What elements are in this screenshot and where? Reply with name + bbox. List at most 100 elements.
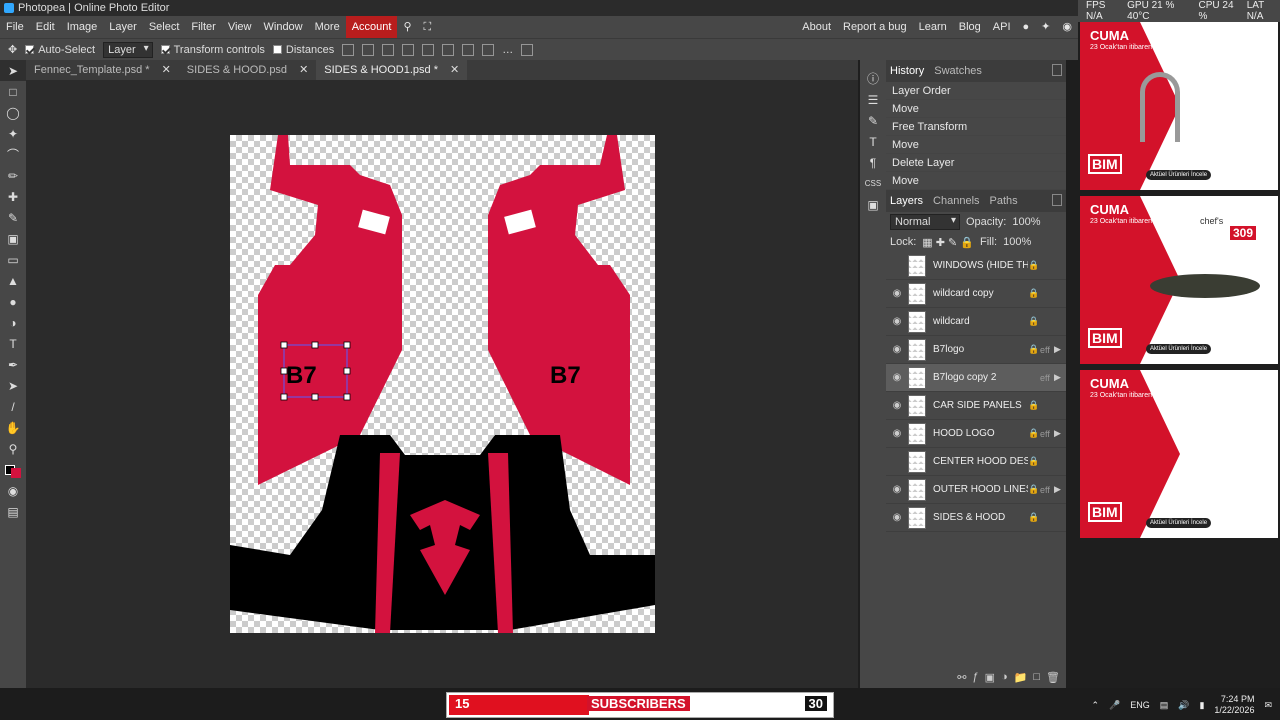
hand-tool-icon[interactable]: ✋ bbox=[0, 417, 26, 438]
image-icon[interactable]: ▣ bbox=[860, 194, 886, 215]
twitter-icon[interactable]: ✦ bbox=[1035, 16, 1056, 38]
menu-filter[interactable]: Filter bbox=[185, 16, 221, 38]
menu-image[interactable]: Image bbox=[61, 16, 104, 38]
visibility-eye-icon[interactable]: ◉ bbox=[886, 400, 908, 411]
tab-sides-hood[interactable]: SIDES & HOOD.psd ✕ bbox=[179, 60, 316, 80]
css-icon[interactable]: CSS bbox=[860, 173, 886, 194]
marquee-tool-icon[interactable]: □ bbox=[0, 81, 26, 102]
panel-menu-icon[interactable] bbox=[1052, 64, 1062, 76]
menu-view[interactable]: View bbox=[222, 16, 258, 38]
visibility-eye-icon[interactable]: ◉ bbox=[886, 512, 908, 523]
menu-select[interactable]: Select bbox=[143, 16, 186, 38]
tab-paths[interactable]: Paths bbox=[990, 195, 1018, 207]
visibility-eye-icon[interactable]: ◉ bbox=[886, 484, 908, 495]
expand-arrow-icon[interactable]: ▶ bbox=[1054, 344, 1066, 355]
align-top-icon[interactable] bbox=[422, 43, 435, 56]
trash-icon[interactable]: 🗑 bbox=[1046, 671, 1060, 684]
tab-channels[interactable]: Channels bbox=[933, 195, 979, 207]
magic-wand-tool-icon[interactable]: ✦ bbox=[0, 123, 26, 144]
layer-name[interactable]: wildcard bbox=[933, 316, 1028, 327]
layer-row[interactable]: CENTER HOOD DESIGN🔒 bbox=[886, 448, 1066, 476]
menu-blog[interactable]: Blog bbox=[953, 16, 987, 38]
fx-icon[interactable]: ƒ bbox=[972, 671, 978, 684]
align-bottom-icon[interactable] bbox=[462, 43, 475, 56]
download-icon[interactable] bbox=[342, 43, 355, 56]
zoom-tool-icon[interactable]: ⚲ bbox=[0, 438, 26, 459]
effects-icon[interactable]: eff bbox=[1040, 345, 1054, 355]
reddit-icon[interactable]: ● bbox=[1017, 16, 1036, 38]
ad-banner[interactable]: CUMA 23 Ocak'tan itibaren BIM Aktüel Ürünle… bbox=[1080, 370, 1278, 538]
crop-tool-icon[interactable]: ⌒ bbox=[0, 144, 26, 165]
close-icon[interactable]: ✕ bbox=[450, 60, 459, 80]
adjustment-icon[interactable]: ◑ bbox=[1001, 671, 1008, 684]
layer-name[interactable]: B7logo copy 2 bbox=[933, 372, 1028, 383]
ad-banner[interactable]: CUMA 23 Ocak'tan itibaren chef's 309 BIM Aktü… bbox=[1080, 196, 1278, 364]
opacity-value[interactable]: 100% bbox=[1012, 216, 1040, 228]
volume-icon[interactable]: 🔊 bbox=[1178, 700, 1189, 711]
layer-name[interactable]: CENTER HOOD DESIGN bbox=[933, 456, 1028, 467]
tab-layers[interactable]: Layers bbox=[890, 195, 923, 207]
layer-row[interactable]: ◉ B7logo 🔒 eff ▶ bbox=[886, 336, 1066, 364]
language-indicator[interactable]: ENG bbox=[1130, 700, 1150, 710]
mask-icon[interactable]: ▣ bbox=[985, 671, 995, 684]
healing-tool-icon[interactable]: ✚ bbox=[0, 186, 26, 207]
history-item[interactable]: Move bbox=[886, 172, 1066, 190]
fill-value[interactable]: 100% bbox=[1003, 236, 1031, 248]
fullscreen-icon[interactable]: ⛶ bbox=[418, 16, 438, 38]
link-icon[interactable]: ⚯ bbox=[957, 671, 966, 684]
mic-icon[interactable]: 🎤 bbox=[1109, 700, 1120, 711]
visibility-eye-icon[interactable]: ◉ bbox=[886, 288, 908, 299]
layer-row[interactable]: ◉ CAR SIDE PANELS 🔒 bbox=[886, 392, 1066, 420]
align-center-icon[interactable] bbox=[382, 43, 395, 56]
layer-row[interactable]: ◉ SIDES & HOOD 🔒 bbox=[886, 504, 1066, 532]
stamp-tool-icon[interactable]: ▣ bbox=[0, 228, 26, 249]
color-swatches-icon[interactable] bbox=[0, 459, 26, 480]
expand-arrow-icon[interactable]: ▶ bbox=[1054, 484, 1066, 495]
panel-menu-icon[interactable] bbox=[1052, 194, 1062, 206]
ad-cta-button[interactable]: Aktüel Ürünleri İncele bbox=[1146, 518, 1212, 528]
align-right-icon[interactable] bbox=[402, 43, 415, 56]
layer-row[interactable]: ◉ wildcard copy 🔒 bbox=[886, 280, 1066, 308]
layer-name[interactable]: SIDES & HOOD bbox=[933, 512, 1028, 523]
layer-name[interactable]: WINDOWS (HIDE THIS) bbox=[933, 260, 1028, 271]
paragraph-icon[interactable]: ¶ bbox=[860, 152, 886, 173]
ad-cta-button[interactable]: Aktüel Ürünleri İncele bbox=[1146, 170, 1212, 180]
history-item[interactable]: Delete Layer bbox=[886, 154, 1066, 172]
menu-edit[interactable]: Edit bbox=[30, 16, 61, 38]
menu-learn[interactable]: Learn bbox=[913, 16, 953, 38]
tab-swatches[interactable]: Swatches bbox=[934, 65, 982, 77]
character-icon[interactable]: T bbox=[860, 131, 886, 152]
blend-mode-dropdown[interactable]: Normal bbox=[890, 214, 960, 230]
move-tool-icon[interactable]: ✥ bbox=[8, 43, 17, 56]
type-tool-icon[interactable]: T bbox=[0, 333, 26, 354]
menu-window[interactable]: Window bbox=[258, 16, 309, 38]
visibility-eye-icon[interactable]: ◉ bbox=[886, 344, 908, 355]
move-tool-icon[interactable]: ➤ bbox=[0, 60, 26, 81]
lasso-tool-icon[interactable]: ◯ bbox=[0, 102, 26, 123]
properties-icon[interactable]: ☰ bbox=[860, 89, 886, 110]
expand-arrow-icon[interactable]: ▶ bbox=[1054, 372, 1066, 383]
eyedropper-tool-icon[interactable]: ✏ bbox=[0, 165, 26, 186]
visibility-eye-icon[interactable]: ◉ bbox=[886, 428, 908, 439]
folder-icon[interactable]: 📁 bbox=[1014, 671, 1028, 684]
visibility-eye-icon[interactable]: ◉ bbox=[886, 372, 908, 383]
layer-name[interactable]: OUTER HOOD LINES bbox=[933, 484, 1028, 495]
layer-row[interactable]: ◉ wildcard 🔒 bbox=[886, 308, 1066, 336]
new-layer-icon[interactable]: □ bbox=[1033, 671, 1040, 684]
eraser-tool-icon[interactable]: ▭ bbox=[0, 249, 26, 270]
grid-icon[interactable] bbox=[521, 43, 534, 56]
brush-tool-icon[interactable]: ✎ bbox=[0, 207, 26, 228]
menu-about[interactable]: About bbox=[796, 16, 837, 38]
layer-name[interactable]: HOOD LOGO bbox=[933, 428, 1028, 439]
network-icon[interactable]: ▤ bbox=[1160, 700, 1169, 711]
history-item[interactable]: Move bbox=[886, 136, 1066, 154]
search-icon[interactable]: ⚲ bbox=[397, 16, 417, 38]
effects-icon[interactable]: eff bbox=[1040, 429, 1054, 439]
ad-cta-button[interactable]: Aktüel Ürünleri İncele bbox=[1146, 344, 1212, 354]
fill-tool-icon[interactable]: ▲ bbox=[0, 270, 26, 291]
layer-row[interactable]: ◉ B7logo copy 2 eff ▶ bbox=[886, 364, 1066, 392]
distances-checkbox[interactable]: Distances bbox=[272, 44, 334, 56]
tab-history[interactable]: History bbox=[890, 65, 924, 77]
layer-row[interactable]: WINDOWS (HIDE THIS)🔒 bbox=[886, 252, 1066, 280]
effects-icon[interactable]: eff bbox=[1040, 485, 1054, 495]
